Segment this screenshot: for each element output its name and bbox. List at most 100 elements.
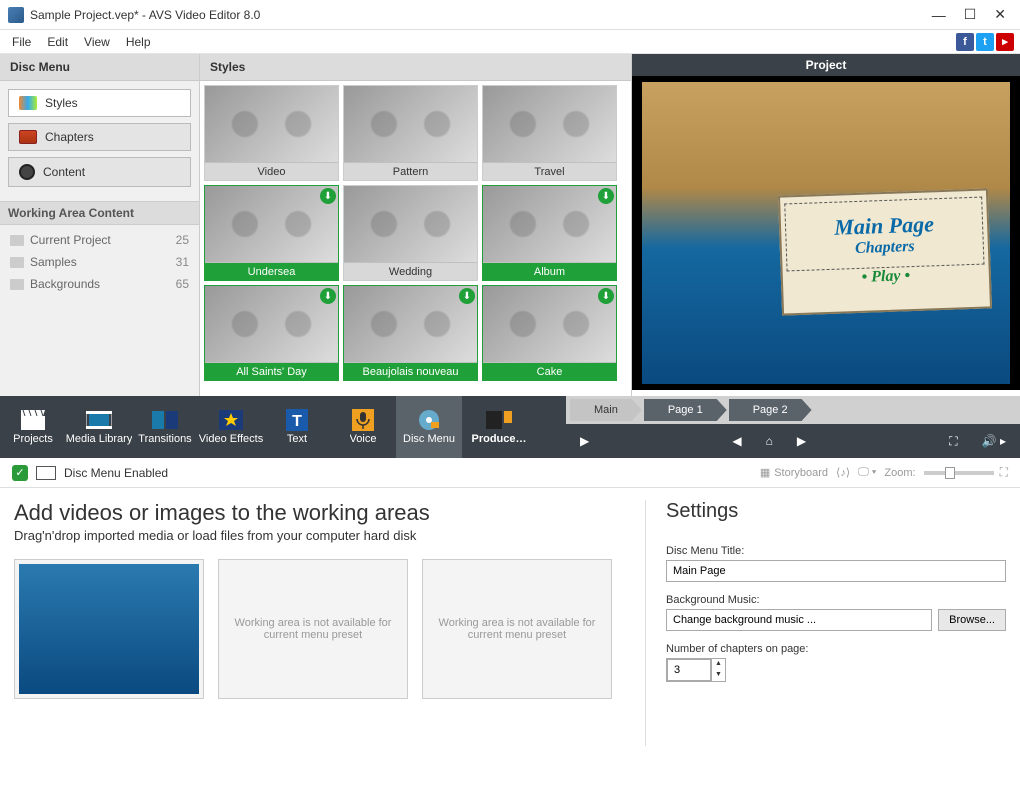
chapters-stepper[interactable]: ▲▼ <box>666 658 726 682</box>
text-icon: T <box>284 409 310 431</box>
menubar: File Edit View Help f t ▸ <box>0 30 1020 54</box>
storyboard-button[interactable]: ▦ Storyboard <box>760 466 828 479</box>
working-area-3[interactable]: Working area is not available for curren… <box>422 559 612 699</box>
wa-current-project[interactable]: Current Project 25 <box>0 229 199 251</box>
tab-main[interactable]: Main <box>570 399 642 421</box>
ribbon-media-library[interactable]: Media Library <box>66 396 132 458</box>
style-card-all-saints[interactable]: ⬇All Saints' Day <box>204 285 339 381</box>
folder-icon <box>10 279 24 290</box>
disc-menu-title-input[interactable] <box>666 560 1006 582</box>
download-icon: ⬇ <box>598 188 614 204</box>
style-card-beaujolais[interactable]: ⬇Beaujolais nouveau <box>343 285 478 381</box>
zoom-slider[interactable] <box>924 471 994 475</box>
style-card-travel[interactable]: Travel <box>482 85 617 181</box>
disc-menu-header: Disc Menu <box>0 54 199 81</box>
preview-header: Project <box>632 54 1020 76</box>
prev-icon[interactable]: ◀ <box>732 434 741 448</box>
wa-backgrounds[interactable]: Backgrounds 65 <box>0 273 199 295</box>
content-icon <box>19 164 35 180</box>
styles-icon <box>19 96 37 110</box>
minimize-button[interactable]: — <box>932 7 946 23</box>
maximize-button[interactable]: ☐ <box>964 6 977 23</box>
ribbon-projects[interactable]: Projects <box>0 396 66 458</box>
titlebar: Sample Project.vep* - AVS Video Editor 8… <box>0 0 1020 30</box>
menu-file[interactable]: File <box>6 33 37 51</box>
ribbon-produce[interactable]: Produce… <box>462 396 536 458</box>
tab-page2[interactable]: Page 2 <box>729 399 812 421</box>
download-icon: ⬇ <box>459 288 475 304</box>
working-area-1[interactable] <box>14 559 204 699</box>
menu-view[interactable]: View <box>78 33 116 51</box>
style-card-video[interactable]: Video <box>204 85 339 181</box>
settings-header: Settings <box>666 500 1006 523</box>
screen-toggle-icon[interactable] <box>36 466 56 480</box>
styles-header: Styles <box>200 54 631 81</box>
left-panel: Disc Menu Styles Chapters Content Workin… <box>0 54 200 396</box>
menu-edit[interactable]: Edit <box>41 33 74 51</box>
microphone-icon <box>350 409 376 431</box>
playback-bar: ▶ ◀ ⌂ ▶ ⛶ 🔊 ▸ <box>566 424 1020 458</box>
svg-text:T: T <box>292 413 302 430</box>
tab-page1[interactable]: Page 1 <box>644 399 727 421</box>
working-area-header: Working Area Content <box>0 201 199 225</box>
working-area-2[interactable]: Working area is not available for curren… <box>218 559 408 699</box>
chapters-tab[interactable]: Chapters <box>8 123 191 151</box>
status-row: ✓ Disc Menu Enabled ▦ Storyboard ⟨♪⟩ 🖵 ▾… <box>0 458 1020 488</box>
preview-viewport[interactable]: Main Page Chapters • Play • <box>632 76 1020 390</box>
ribbon-transitions[interactable]: Transitions <box>132 396 198 458</box>
styles-tab[interactable]: Styles <box>8 89 191 117</box>
download-icon: ⬇ <box>598 288 614 304</box>
twitter-icon[interactable]: t <box>976 33 994 51</box>
ribbon-toolbar: Projects Media Library Transitions Video… <box>0 396 1020 458</box>
produce-icon <box>486 409 512 431</box>
ribbon-voice[interactable]: Voice <box>330 396 396 458</box>
content-label: Content <box>43 165 85 179</box>
step-up-icon[interactable]: ▲ <box>712 659 725 670</box>
disc-menu-enabled-label: Disc Menu Enabled <box>64 466 168 480</box>
ribbon-disc-menu[interactable]: Disc Menu <box>396 396 462 458</box>
chapters-input[interactable] <box>667 659 711 681</box>
style-card-pattern[interactable]: Pattern <box>343 85 478 181</box>
ribbon-text[interactable]: T Text <box>264 396 330 458</box>
youtube-icon[interactable]: ▸ <box>996 33 1014 51</box>
menu-help[interactable]: Help <box>120 33 157 51</box>
play-icon[interactable]: ▶ <box>580 434 589 448</box>
style-card-wedding[interactable]: Wedding <box>343 185 478 281</box>
bgm-label: Background Music: <box>666 594 1006 606</box>
selection-box[interactable]: Main Page Chapters <box>784 197 984 272</box>
step-down-icon[interactable]: ▼ <box>712 670 725 681</box>
bgm-input[interactable] <box>666 609 932 631</box>
working-areas-subtitle: Drag'n'drop imported media or load files… <box>14 528 625 543</box>
content-tab[interactable]: Content <box>8 157 191 187</box>
close-button[interactable]: ✕ <box>994 6 1006 23</box>
folder-icon <box>10 235 24 246</box>
volume-icon[interactable]: 🔊 ▸ <box>982 434 1006 448</box>
fullscreen-icon[interactable]: ⛶ <box>949 434 957 449</box>
preview-panel: Project Main Page Chapters • Play • <box>632 54 1020 396</box>
styles-label: Styles <box>45 96 78 110</box>
fit-icon[interactable]: ⛶ <box>1000 465 1008 480</box>
ribbon-video-effects[interactable]: Video Effects <box>198 396 264 458</box>
browse-button[interactable]: Browse... <box>938 609 1006 631</box>
display-tool-icon[interactable]: 🖵 ▾ <box>858 466 876 479</box>
facebook-icon[interactable]: f <box>956 33 974 51</box>
styles-panel: Styles Video Pattern Travel ⬇Undersea We… <box>200 54 632 396</box>
home-icon[interactable]: ⌂ <box>766 434 773 448</box>
check-icon: ✓ <box>12 465 28 481</box>
disc-icon <box>416 409 442 431</box>
disc-menu-title-label: Disc Menu Title: <box>666 545 1006 557</box>
window-title: Sample Project.vep* - AVS Video Editor 8… <box>30 8 932 22</box>
style-card-album[interactable]: ⬇Album <box>482 185 617 281</box>
style-card-undersea[interactable]: ⬇Undersea <box>204 185 339 281</box>
working-areas-section: Add videos or images to the working area… <box>14 500 625 746</box>
folder-icon <box>10 257 24 268</box>
next-icon[interactable]: ▶ <box>797 434 806 448</box>
zoom-label: Zoom: <box>884 467 915 479</box>
download-icon: ⬇ <box>320 188 336 204</box>
style-card-cake[interactable]: ⬇Cake <box>482 285 617 381</box>
chapters-label: Chapters <box>45 130 94 144</box>
preview-tabs: Main Page 1 Page 2 <box>566 396 1020 424</box>
wa-samples[interactable]: Samples 31 <box>0 251 199 273</box>
clapperboard-icon <box>20 409 46 431</box>
audio-tool-icon[interactable]: ⟨♪⟩ <box>836 466 850 479</box>
